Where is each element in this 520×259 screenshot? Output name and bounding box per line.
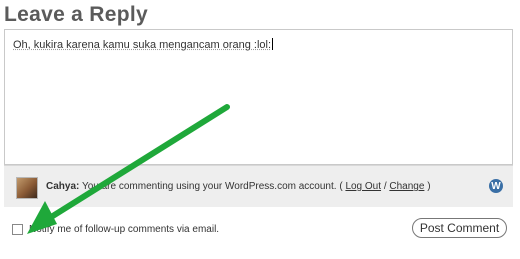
arrow-head xyxy=(27,201,57,234)
arrow-shaft xyxy=(37,104,230,227)
annotation-arrow xyxy=(27,104,230,234)
